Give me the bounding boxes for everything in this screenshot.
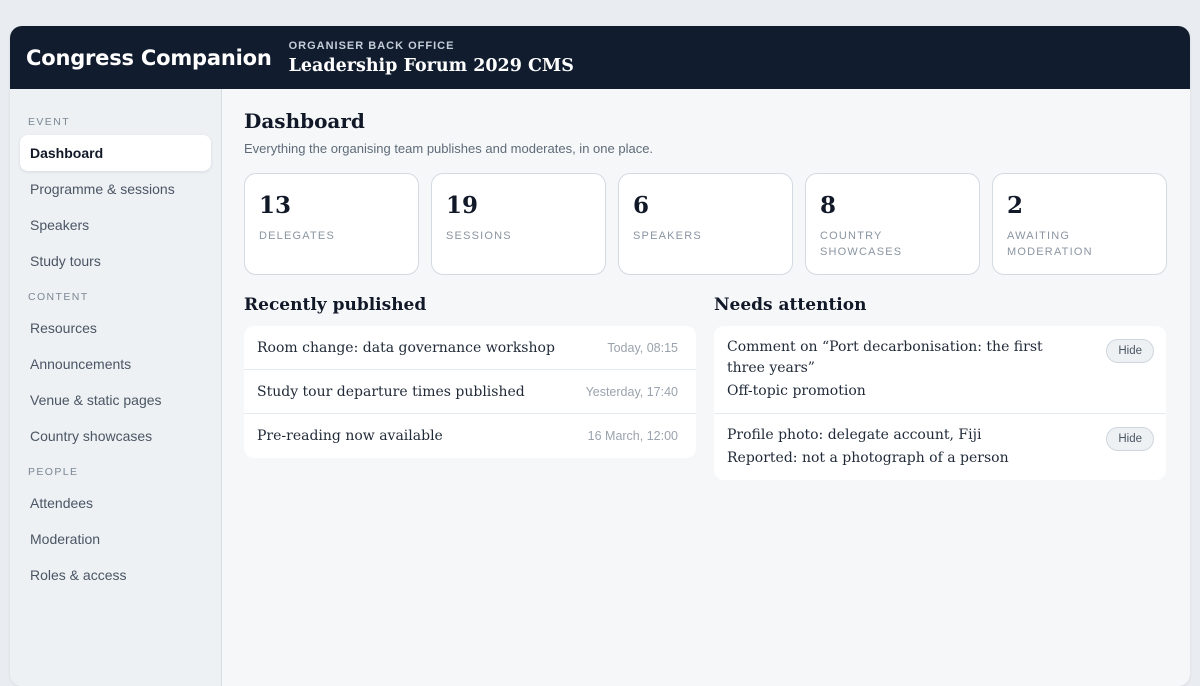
stat-label: Country showcases <box>820 230 903 258</box>
item-timestamp: 16 March, 12:00 <box>587 429 678 443</box>
hide-button[interactable]: Hide <box>1106 427 1154 451</box>
page-title: Dashboard <box>244 109 365 133</box>
stat-label: Awaiting moderation <box>1007 230 1093 258</box>
item-text: Profile photo: delegate account, Fiji Re… <box>727 425 1077 469</box>
list-item: Comment on “Port decarbonisation: the fi… <box>714 326 1166 414</box>
sidebar-item-programme-sessions[interactable]: Programme & sessions <box>20 171 211 207</box>
cms-title: Leadership Forum 2029 CMS <box>288 55 574 76</box>
item-reason: Reported: not a photograph of a person <box>727 450 1009 466</box>
sidebar-item-speakers[interactable]: Speakers <box>20 207 211 243</box>
app-window: Congress Companion Organiser back office… <box>10 26 1190 686</box>
stat-value: 2 <box>1007 192 1024 219</box>
header-eyebrow: Organiser back office <box>288 39 455 52</box>
item-title: Pre-reading now available <box>257 428 443 444</box>
stat-label: Delegates <box>259 230 336 242</box>
brand-logo[interactable]: Congress Companion <box>26 46 272 70</box>
cms-heading: Organiser back office Leadership Forum 2… <box>289 40 574 76</box>
needs-attention-section: Needs attention Comment on “Port decarbo… <box>714 295 1166 480</box>
list-item: Profile photo: delegate account, Fiji Re… <box>714 414 1166 480</box>
nav-section-content: Content <box>28 291 89 303</box>
page-subtitle: Everything the organising team publishes… <box>244 141 654 156</box>
sidebar-item-resources[interactable]: Resources <box>20 310 211 346</box>
sidebar-item-roles-access[interactable]: Roles & access <box>20 557 211 593</box>
list-item[interactable]: Pre-reading now available 16 March, 12:0… <box>244 414 696 458</box>
stat-value: 8 <box>820 192 837 219</box>
nav-section-event: Event <box>28 116 71 128</box>
top-bar: Congress Companion Organiser back office… <box>10 26 1190 89</box>
section-title: Needs attention <box>714 295 867 315</box>
item-title: Room change: data governance workshop <box>257 339 555 356</box>
sidebar-item-attendees[interactable]: Attendees <box>20 485 211 521</box>
item-reason: Off-topic promotion <box>727 383 866 399</box>
item-title: Comment on “Port decarbonisation: the fi… <box>727 339 1043 376</box>
sidebar-item-moderation[interactable]: Moderation <box>20 521 211 557</box>
sidebar-item-venue-static-pages[interactable]: Venue & static pages <box>20 382 211 418</box>
app-body: Event Dashboard Programme & sessions Spe… <box>10 89 1190 686</box>
list-item[interactable]: Room change: data governance workshop To… <box>244 326 696 370</box>
nav-section-people: People <box>28 466 79 478</box>
needs-attention-list: Comment on “Port decarbonisation: the fi… <box>714 326 1166 480</box>
item-text: Comment on “Port decarbonisation: the fi… <box>727 337 1077 402</box>
stat-label: Sessions <box>446 230 512 242</box>
item-timestamp: Today, 08:15 <box>607 340 678 355</box>
sidebar-item-study-tours[interactable]: Study tours <box>20 243 211 279</box>
hide-button[interactable]: Hide <box>1106 339 1154 363</box>
recently-published-section: Recently published Room change: data gov… <box>244 295 696 480</box>
list-item[interactable]: Study tour departure times published Yes… <box>244 370 696 414</box>
dashboard-columns: Recently published Room change: data gov… <box>244 295 1168 480</box>
item-timestamp: Yesterday, 17:40 <box>585 384 678 399</box>
stats-row: 13 Delegates 19 Sessions 6 Speakers 8 Co… <box>244 173 1168 275</box>
item-title: Study tour departure times published <box>257 383 525 400</box>
stat-card-awaiting-moderation[interactable]: 2 Awaiting moderation <box>992 173 1167 275</box>
stat-label: Speakers <box>633 230 702 242</box>
stat-card-delegates[interactable]: 13 Delegates <box>244 173 419 275</box>
sidebar: Event Dashboard Programme & sessions Spe… <box>10 89 222 686</box>
stat-value: 6 <box>633 192 650 219</box>
main-content: Dashboard Everything the organising team… <box>222 89 1190 686</box>
sidebar-item-announcements[interactable]: Announcements <box>20 346 211 382</box>
stat-card-speakers[interactable]: 6 Speakers <box>618 173 793 275</box>
stat-value: 19 <box>446 192 479 219</box>
item-title: Profile photo: delegate account, Fiji <box>727 427 982 443</box>
recently-published-list: Room change: data governance workshop To… <box>244 326 696 458</box>
stat-card-country-showcases[interactable]: 8 Country showcases <box>805 173 980 275</box>
stat-value: 13 <box>259 192 292 219</box>
section-title: Recently published <box>244 295 427 315</box>
stat-card-sessions[interactable]: 19 Sessions <box>431 173 606 275</box>
sidebar-item-country-showcases[interactable]: Country showcases <box>20 418 211 454</box>
sidebar-item-dashboard[interactable]: Dashboard <box>20 135 211 171</box>
